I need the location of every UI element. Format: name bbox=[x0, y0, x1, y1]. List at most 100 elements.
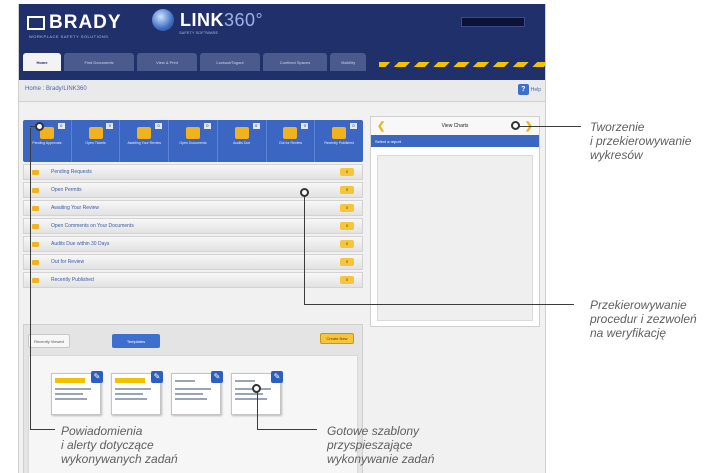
callout-line: wykonywanie zadań bbox=[327, 452, 435, 466]
connector-templates bbox=[257, 429, 317, 430]
folder-icon bbox=[32, 169, 39, 175]
callout-line: i alerty dotyczące bbox=[61, 438, 154, 452]
count-badge: 0 bbox=[57, 123, 65, 129]
quick-caption: Pending Approvals bbox=[32, 141, 62, 145]
callout-dot bbox=[252, 384, 261, 393]
quick-caption: Audits Due bbox=[233, 141, 251, 145]
callout-line: Powiadomienia bbox=[61, 424, 143, 438]
callout-line: przyspieszające bbox=[327, 438, 413, 452]
list-item-label: Audits Due within 30 Days bbox=[51, 241, 110, 247]
count-badge: 0 bbox=[340, 258, 354, 266]
quick-caption: Recently Published bbox=[324, 141, 355, 145]
connector-procedures bbox=[304, 196, 305, 304]
callout-line: Gotowe szablony bbox=[327, 424, 420, 438]
list-item-label: Open Permits bbox=[51, 187, 82, 193]
connector-templates bbox=[257, 392, 258, 429]
quick-status-bar: 0 Pending Approvals 0 Open Tickets 0 Awaiti… bbox=[23, 120, 363, 162]
connector-charts bbox=[519, 126, 581, 127]
create-new-button[interactable]: Create New bbox=[320, 333, 354, 344]
tab-templates[interactable]: Templates bbox=[112, 334, 160, 348]
quick-audits-due[interactable]: 0 Audits Due bbox=[218, 120, 267, 162]
list-item[interactable]: Audits Due within 30 Days 0 bbox=[23, 236, 363, 252]
pin-icon: ✎ bbox=[151, 371, 163, 383]
folder-icon bbox=[32, 277, 39, 283]
folder-icon bbox=[32, 259, 39, 265]
star-icon bbox=[137, 127, 152, 139]
list-item-label: Pending Requests bbox=[51, 169, 92, 175]
quick-open-documents[interactable]: 0 Open Documents bbox=[169, 120, 218, 162]
folder-icon bbox=[32, 223, 39, 229]
count-badge: 0 bbox=[350, 123, 358, 129]
calendar-icon bbox=[234, 127, 249, 139]
folder-icon bbox=[32, 187, 39, 193]
count-badge: 0 bbox=[340, 276, 354, 284]
callout-line: procedur i zezwoleń bbox=[590, 312, 697, 326]
callout-notifications: Powiadomienia i alerty dotyczące wykonyw… bbox=[61, 424, 178, 466]
ticket-icon bbox=[88, 127, 103, 139]
list-item[interactable]: Pending Requests 0 bbox=[23, 164, 363, 180]
template-thumbnail[interactable]: ✎ bbox=[171, 371, 223, 415]
chart-select-bar[interactable]: Select a report bbox=[371, 135, 539, 147]
callout-line: na weryfikację bbox=[590, 326, 667, 340]
tab-recently-viewed[interactable]: Recently Viewed bbox=[28, 334, 70, 348]
count-badge: 0 bbox=[340, 240, 354, 248]
list-item-label: Out for Review bbox=[51, 259, 85, 265]
count-badge: 0 bbox=[340, 204, 354, 212]
folder-icon bbox=[32, 205, 39, 211]
count-badge: 0 bbox=[340, 168, 354, 176]
chart-canvas bbox=[377, 155, 533, 321]
dashboard: 0 Pending Approvals 0 Open Tickets 0 Awaiti… bbox=[18, 4, 546, 473]
list-item[interactable]: Open Permits 0 bbox=[23, 182, 363, 198]
connector-notifications bbox=[30, 126, 37, 127]
pin-icon: ✎ bbox=[211, 371, 223, 383]
count-badge: 0 bbox=[340, 186, 354, 194]
count-badge: 0 bbox=[340, 222, 354, 230]
review-icon bbox=[283, 127, 298, 139]
callout-line: wykonywanych zadań bbox=[61, 452, 178, 466]
folder-icon bbox=[32, 241, 39, 247]
template-thumbnail[interactable]: ✎ bbox=[111, 371, 163, 415]
callout-line: Przekierowywanie bbox=[590, 298, 687, 312]
quick-caption: Open Documents bbox=[179, 141, 207, 145]
list-item-label: Recently Published bbox=[51, 277, 94, 283]
publish-icon bbox=[332, 127, 347, 139]
document-icon bbox=[186, 127, 201, 139]
callout-line: i przekierowywanie bbox=[590, 134, 692, 148]
list-item[interactable]: Awaiting Your Review 0 bbox=[23, 200, 363, 216]
quick-caption: Open Tickets bbox=[85, 141, 106, 145]
list-item[interactable]: Open Comments on Your Documents 0 bbox=[23, 218, 363, 234]
quick-open-tickets[interactable]: 0 Open Tickets bbox=[72, 120, 121, 162]
callout-line: Tworzenie bbox=[590, 120, 645, 134]
count-badge: 0 bbox=[301, 123, 309, 129]
callout-dot bbox=[300, 188, 309, 197]
quick-out-for-review[interactable]: 0 Out for Review bbox=[267, 120, 316, 162]
callout-line: wykresów bbox=[590, 148, 643, 162]
pin-icon: ✎ bbox=[91, 371, 103, 383]
list-item-label: Awaiting Your Review bbox=[51, 205, 99, 211]
template-thumbnail[interactable]: ✎ bbox=[51, 371, 103, 415]
callout-dot bbox=[511, 121, 520, 130]
callout-templates: Gotowe szablony przyspieszające wykonywa… bbox=[327, 424, 434, 466]
count-badge: 0 bbox=[155, 123, 163, 129]
list-item-label: Open Comments on Your Documents bbox=[51, 223, 134, 229]
quick-caption: Out for Review bbox=[278, 141, 303, 145]
quick-caption: Awaiting Your Review bbox=[127, 141, 162, 145]
connector-notifications bbox=[30, 429, 55, 430]
list-item[interactable]: Out for Review 0 bbox=[23, 254, 363, 270]
template-thumbnail[interactable]: ✎ bbox=[231, 371, 283, 415]
charts-panel: ❮ View Charts ❯ Select a report bbox=[370, 116, 540, 327]
quick-recently-published[interactable]: 0 Recently Published bbox=[315, 120, 363, 162]
connector-procedures bbox=[304, 304, 574, 305]
callout-charts: Tworzenie i przekierowywanie wykresów bbox=[590, 120, 691, 162]
list-item[interactable]: Recently Published 0 bbox=[23, 272, 363, 288]
count-badge: 0 bbox=[203, 123, 211, 129]
quick-awaiting-review[interactable]: 0 Awaiting Your Review bbox=[120, 120, 170, 162]
charts-title: View Charts bbox=[441, 123, 469, 129]
count-badge: 0 bbox=[106, 123, 114, 129]
callout-procedures: Przekierowywanie procedur i zezwoleń na … bbox=[590, 298, 697, 340]
pin-icon: ✎ bbox=[271, 371, 283, 383]
connector-notifications bbox=[30, 128, 31, 429]
status-list: Pending Requests 0 Open Permits 0 Awaiting… bbox=[23, 164, 363, 290]
chevron-left-icon[interactable]: ❮ bbox=[377, 121, 385, 132]
count-badge: 0 bbox=[252, 123, 260, 129]
